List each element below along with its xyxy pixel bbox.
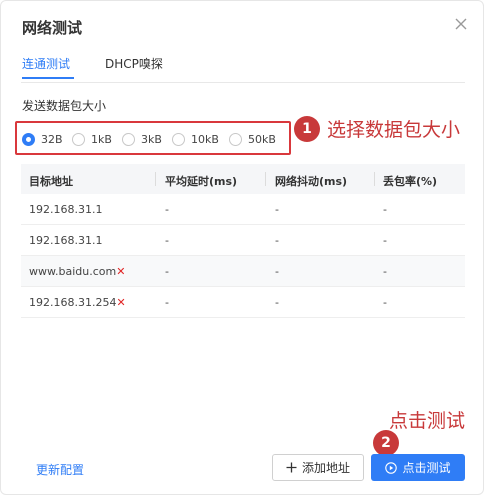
plus-icon bbox=[286, 462, 297, 473]
network-test-dialog: 网络测试 连通测试 DHCP嗅探 发送数据包大小 32B 1kB 3kB 10k… bbox=[0, 0, 484, 495]
dialog-title: 网络测试 bbox=[22, 19, 83, 37]
tab-connectivity-test[interactable]: 连通测试 bbox=[22, 55, 70, 72]
cell-jitter: - bbox=[275, 234, 279, 247]
table-header: 目标地址 平均延时(ms) 网络抖动(ms) 丢包率(%) bbox=[21, 164, 465, 194]
table-row: 192.168.31.1 - - - bbox=[21, 225, 465, 256]
close-icon[interactable] bbox=[451, 14, 471, 34]
step-2-badge: 2 bbox=[373, 430, 399, 456]
column-separator bbox=[265, 172, 266, 186]
radio-10kb[interactable]: 10kB bbox=[172, 132, 219, 146]
active-tab-indicator bbox=[22, 77, 74, 79]
start-test-button[interactable]: 点击测试 bbox=[371, 454, 465, 481]
column-separator bbox=[155, 172, 156, 186]
play-circle-icon bbox=[385, 461, 398, 474]
cell-jitter: - bbox=[275, 296, 279, 309]
packet-size-label: 发送数据包大小 bbox=[22, 99, 107, 113]
cell-loss: - bbox=[383, 296, 387, 309]
address-text: www.baidu.com bbox=[29, 265, 117, 278]
tab-dhcp-sniff[interactable]: DHCP嗅探 bbox=[105, 55, 163, 72]
col-target-address: 目标地址 bbox=[29, 175, 73, 188]
radio-label: 10kB bbox=[191, 132, 219, 146]
radio-label: 50kB bbox=[248, 132, 276, 146]
cell-jitter: - bbox=[275, 203, 279, 216]
radio-dot bbox=[172, 132, 185, 146]
step-1-badge: 1 bbox=[294, 116, 320, 142]
cell-avg-delay: - bbox=[165, 265, 169, 278]
radio-dot bbox=[22, 132, 35, 146]
cell-address: www.baidu.com✕ bbox=[29, 265, 125, 278]
error-x-icon: ✕ bbox=[116, 296, 126, 309]
cell-address: 192.168.31.1 bbox=[29, 234, 103, 247]
tabs-divider bbox=[21, 82, 465, 83]
cell-address: 192.168.31.1 bbox=[29, 203, 103, 216]
step-1-annotation: 选择数据包大小 bbox=[327, 119, 461, 141]
col-packet-loss: 丢包率(%) bbox=[383, 175, 438, 188]
table-row: 192.168.31.1 - - - bbox=[21, 194, 465, 225]
cell-loss: - bbox=[383, 234, 387, 247]
step-2-annotation: 点击测试 bbox=[389, 410, 466, 432]
radio-dot bbox=[72, 132, 85, 146]
col-jitter: 网络抖动(ms) bbox=[275, 175, 348, 188]
radio-dot bbox=[229, 132, 242, 146]
radio-dot bbox=[122, 132, 135, 146]
add-address-button[interactable]: 添加地址 bbox=[272, 454, 364, 481]
radio-32b[interactable]: 32B bbox=[22, 132, 63, 146]
radio-label: 1kB bbox=[91, 132, 112, 146]
radio-3kb[interactable]: 3kB bbox=[122, 132, 162, 146]
cell-avg-delay: - bbox=[165, 296, 169, 309]
cell-address: 192.168.31.254✕ bbox=[29, 296, 126, 309]
cell-loss: - bbox=[383, 203, 387, 216]
tab-bar: 连通测试 DHCP嗅探 bbox=[1, 53, 484, 79]
cell-loss: - bbox=[383, 265, 387, 278]
error-x-icon: ✕ bbox=[116, 265, 126, 278]
col-avg-delay: 平均延时(ms) bbox=[165, 175, 238, 188]
table-row: 192.168.31.254✕ - - - bbox=[21, 287, 465, 318]
radio-label: 32B bbox=[41, 132, 63, 146]
add-address-label: 添加地址 bbox=[301, 461, 350, 475]
radio-50kb[interactable]: 50kB bbox=[229, 132, 276, 146]
cell-jitter: - bbox=[275, 265, 279, 278]
radio-1kb[interactable]: 1kB bbox=[72, 132, 112, 146]
radio-label: 3kB bbox=[141, 132, 162, 146]
address-text: 192.168.31.254 bbox=[29, 296, 117, 309]
column-separator bbox=[374, 172, 375, 186]
refresh-config-link[interactable]: 更新配置 bbox=[36, 461, 84, 478]
cell-avg-delay: - bbox=[165, 234, 169, 247]
cell-avg-delay: - bbox=[165, 203, 169, 216]
start-test-label: 点击测试 bbox=[402, 461, 451, 475]
table-row: www.baidu.com✕ - - - bbox=[21, 256, 465, 287]
